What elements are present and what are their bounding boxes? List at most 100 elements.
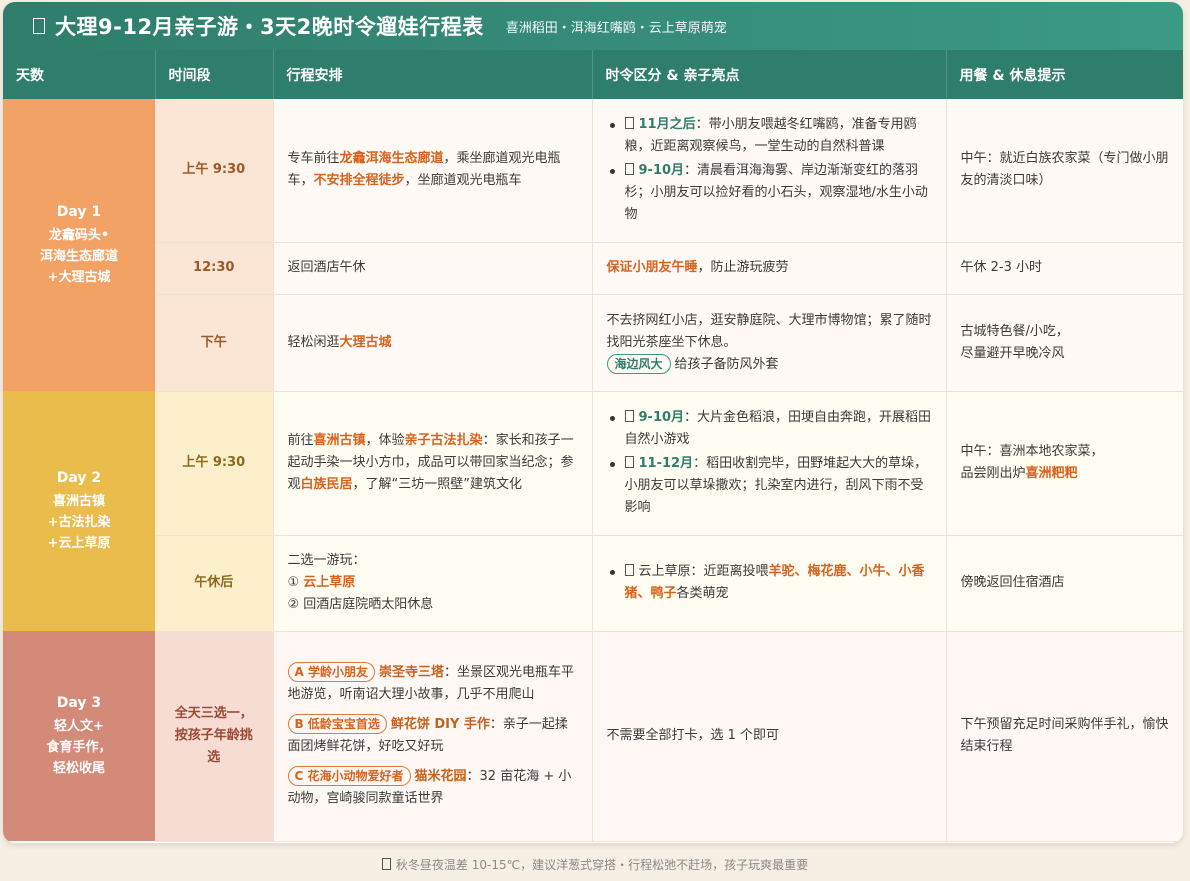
- plan-cell: 前往喜洲古镇，体验亲子古法扎染：家长和孩子一起动手染一块小方巾，成品可以带回家当…: [273, 391, 593, 536]
- table-row: Day 3 轻人文+ 食育手作， 轻松收尾 全天三选一， 按孩子年龄挑 选 A …: [3, 631, 1183, 842]
- list-item: 云上草原：近距离投喂羊驼、梅花鹿、小牛、小香猪、鸭子各类萌宠: [607, 561, 932, 605]
- highlight-text: 云上草原：近距离投喂: [638, 564, 769, 579]
- highlight-text: 各类萌宠: [676, 586, 729, 601]
- day1-label: Day 1: [56, 204, 102, 220]
- season-label: 11-12月: [638, 456, 694, 471]
- header-plan: 行程安排: [273, 50, 593, 99]
- time-text: 按孩子年龄挑: [174, 728, 253, 743]
- time-cell: 全天三选一， 按孩子年龄挑 选: [155, 631, 274, 842]
- table-row: Day 2 喜洲古镇 +古法扎染 +云上草原 上午 9:30 前往喜洲古镇，体验…: [3, 391, 1183, 631]
- plan-text: ② 回酒店庭院晒太阳休息: [287, 597, 434, 612]
- highlight-cell: 不需要全部打卡，选 1 个即可: [592, 631, 947, 842]
- highlight-text: 保证小朋友午睡: [606, 260, 698, 275]
- table-header: 天数 时间段 行程安排 时令区分 & 亲子亮点 用餐 & 休息提示: [3, 50, 1183, 99]
- header-day: 天数: [3, 50, 156, 99]
- plan-cell: 轻松闲逛大理古城: [273, 294, 593, 392]
- option-a: A 学龄小朋友 崇圣寺三塔：坐景区观光电瓶车平地游览，听南诏大理小故事，几乎不用爬…: [287, 662, 578, 706]
- meal-text: 品尝刚出炉: [960, 466, 1026, 481]
- day1-desc: 洱海生态廊道: [39, 249, 118, 264]
- season-label: 9-10月: [638, 410, 685, 425]
- time-text: 全天三选一，: [174, 706, 253, 721]
- plan-highlight: 云上草原: [303, 575, 356, 590]
- plan-text: ，坐廊道观光电瓶车: [404, 173, 522, 189]
- tag-icon: [624, 163, 634, 176]
- list-item: 11-12月：稻田收割完毕，田野堆起大大的草垛，小朋友可以草垛撒欢；扎染室内进行…: [607, 453, 932, 519]
- day3-cell: Day 3 轻人文+ 食育手作， 轻松收尾: [3, 631, 155, 841]
- option-tag: A 学龄小朋友: [287, 662, 375, 682]
- day2-desc: 喜洲古镇: [52, 494, 105, 509]
- option-title: 鲜花饼 DIY 手作: [390, 717, 490, 732]
- plan-text: 轻松闲逛: [287, 334, 340, 350]
- time-cell: 午休后: [155, 535, 274, 632]
- tag-icon: [624, 456, 634, 468]
- plan-highlight: 白族民居: [300, 477, 353, 492]
- time-text: 选: [207, 750, 221, 765]
- list-item: 9-10月：清晨看洱海海雾、岸边渐渐变红的落羽杉；小朋友可以捡好看的小石头，观察…: [607, 160, 932, 226]
- list-item: 11月之后：带小朋友喂越冬红嘴鸥，准备专用鸥粮，近距离观察候鸟，一堂生动的自然科…: [607, 114, 932, 158]
- option-c: C 花海小动物爱好者 猫米花园：32 亩花海 + 小动物，宫崎骏同款童话世界: [287, 766, 578, 810]
- plan-highlight: 不安排全程徒步: [313, 173, 405, 189]
- day3-desc: 轻人文+: [54, 719, 104, 734]
- option-title: 崇圣寺三塔: [378, 665, 444, 680]
- option-tag: C 花海小动物爱好者: [287, 766, 411, 786]
- meal-text: 中午：喜洲本地农家菜，: [960, 444, 1104, 459]
- day3-desc: 食育手作，: [46, 740, 112, 755]
- plan-highlight: 大理古城: [339, 334, 392, 350]
- day2-desc: +古法扎染: [47, 515, 111, 530]
- plan-cell: 二选一游玩： ① 云上草原 ② 回酒店庭院晒太阳休息: [273, 535, 593, 632]
- header-meal: 用餐 & 休息提示: [946, 50, 1183, 99]
- meal-cell: 傍晚返回住宿酒店: [946, 535, 1183, 632]
- meal-cell: 下午预留充足时间采购伴手礼，愉快结束行程: [946, 631, 1183, 842]
- footer-note: 秋冬昼夜温差 10-15℃，建议洋葱式穿搭・行程松弛不赶场，孩子玩爽最重要: [0, 856, 1190, 873]
- day1-desc: +大理古城: [47, 270, 111, 285]
- header-highlights: 时令区分 & 亲子亮点: [592, 50, 947, 99]
- plan-highlight: 喜洲古镇: [313, 433, 366, 448]
- tag-icon: [624, 564, 634, 576]
- table-row: 下午 轻松闲逛大理古城 不去挤网红小店，逛安静庭院、大理市博物馆；累了随时找阳光…: [3, 294, 1183, 392]
- meal-cell: 中午：喜洲本地农家菜， 品尝刚出炉喜洲粑粑: [946, 391, 1183, 536]
- header-time: 时间段: [155, 50, 274, 99]
- plan-cell: A 学龄小朋友 崇圣寺三塔：坐景区观光电瓶车平地游览，听南诏大理小故事，几乎不用爬…: [273, 631, 593, 842]
- option-b: B 低龄宝宝首选 鲜花饼 DIY 手作：亲子一起揉面团烤鲜花饼，好吃又好玩: [287, 714, 578, 758]
- plan-text: 专车前往: [287, 151, 340, 167]
- day1-cell: Day 1 龙龕码头• 洱海生态廊道 +大理古城: [3, 99, 155, 391]
- badge-text: 给孩子备防风外套: [674, 356, 779, 372]
- plan-text: 前往: [287, 433, 314, 448]
- calendar-icon: [33, 18, 45, 34]
- highlight-cell: 云上草原：近距离投喂羊驼、梅花鹿、小牛、小香猪、鸭子各类萌宠: [592, 535, 947, 632]
- plan-text: ，体验: [365, 433, 405, 448]
- meal-cell: 古城特色餐/小吃， 尽量避开早晚冷风: [946, 294, 1183, 392]
- table-row: Day 1 龙龕码头• 洱海生态廊道 +大理古城 上午 9:30 专车前往龙龕洱…: [3, 99, 1183, 391]
- option-tag: B 低龄宝宝首选: [287, 714, 387, 734]
- day2-cell: Day 2 喜洲古镇 +古法扎染 +云上草原: [3, 391, 155, 631]
- highlight-text: 不去挤网红小店，逛安静庭院、大理市博物馆；累了随时找阳光茶座坐下休息。: [606, 312, 932, 350]
- time-cell: 12:30: [155, 242, 274, 295]
- time-cell: 上午 9:30: [155, 99, 274, 243]
- day2-label: Day 2: [56, 470, 102, 486]
- itinerary-table: 天数 时间段 行程安排 时令区分 & 亲子亮点 用餐 & 休息提示 Day 1 …: [3, 50, 1183, 842]
- day3-desc: 轻松收尾: [52, 761, 105, 776]
- day2-desc: +云上草原: [47, 536, 111, 551]
- wind-badge: 海边风大: [606, 353, 671, 374]
- option-title: 猫米花园: [414, 769, 467, 784]
- highlight-cell: 11月之后：带小朋友喂越冬红嘴鸥，准备专用鸥粮，近距离观察候鸟，一堂生动的自然科…: [592, 99, 947, 243]
- plan-text: 二选一游玩：: [287, 553, 366, 568]
- meal-cell: 中午：就近白族农家菜（专门做小朋友的清淡口味）: [946, 99, 1183, 243]
- highlight-cell: 保证小朋友午睡，防止游玩疲劳: [592, 242, 947, 295]
- plan-text: ，了解“三坊一照壁”建筑文化: [352, 477, 523, 492]
- itinerary-card: 大理9-12月亲子游・3天2晚时令遛娃行程表 喜洲稻田・洱海红嘴鸥・云上草原萌宠…: [3, 2, 1183, 843]
- plan-cell: 返回酒店午休: [273, 242, 593, 295]
- plan-cell: 专车前往龙龕洱海生态廊道，乘坐廊道观光电瓶车，不安排全程徒步，坐廊道观光电瓶车: [273, 99, 593, 243]
- meal-cell: 午休 2-3 小时: [946, 242, 1183, 295]
- day1-desc: 龙龕码头•: [48, 228, 110, 243]
- footer-text: 秋冬昼夜温差 10-15℃，建议洋葱式穿搭・行程松弛不赶场，孩子玩爽最重要: [395, 858, 809, 872]
- table-row: 午休后 二选一游玩： ① 云上草原 ② 回酒店庭院晒太阳休息 云上草原：近距离投…: [3, 535, 1183, 632]
- season-label: 9-10月: [638, 163, 685, 179]
- meal-text: 尽量避开早晚冷风: [960, 345, 1065, 361]
- table-row: 12:30 返回酒店午休 保证小朋友午睡，防止游玩疲劳 午休 2-3 小时: [3, 242, 1183, 295]
- meal-text: 古城特色餐/小吃，: [960, 323, 1069, 339]
- highlight-cell: 9-10月：大片金色稻浪，田埂自由奔跑，开展稻田自然小游戏 11-12月：稻田收…: [592, 391, 947, 536]
- plan-highlight: 亲子古法扎染: [404, 433, 483, 448]
- time-cell: 上午 9:30: [155, 391, 274, 536]
- tag-icon: [624, 117, 634, 130]
